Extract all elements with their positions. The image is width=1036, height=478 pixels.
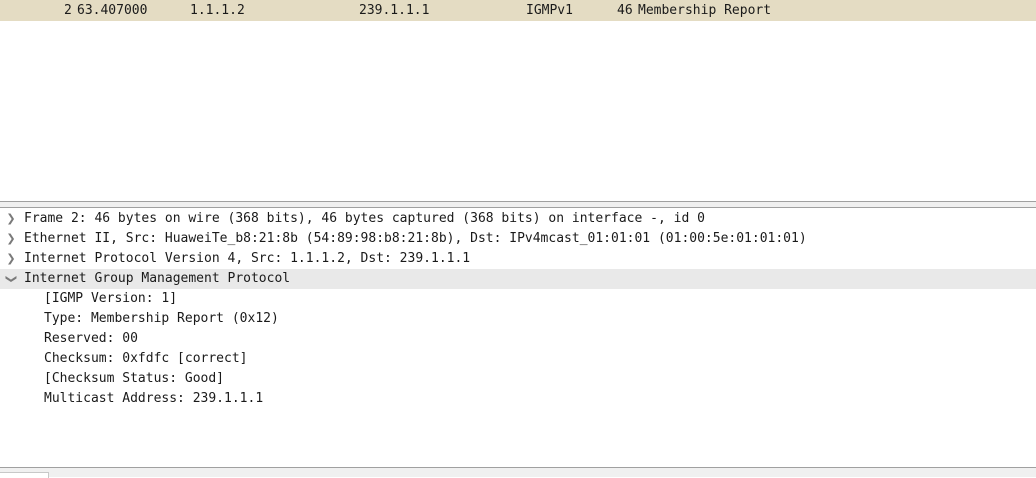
tree-item-label: Ethernet II, Src: HuaweiTe_b8:21:8b (54:…	[24, 231, 807, 246]
tree-child-label: Multicast Address: 239.1.1.1	[44, 391, 264, 406]
tree-child-label: [Checksum Status: Good]	[44, 371, 225, 386]
tree-child-label: Reserved: 00	[44, 331, 138, 346]
packet-list-pane: 2 63.407000 1.1.1.2 239.1.1.1 IGMPv1 46 …	[0, 0, 1036, 202]
chevron-down-icon[interactable]: ❯	[1, 274, 21, 284]
packet-number: 2	[64, 3, 72, 18]
packet-details-pane: ❯ Frame 2: 46 bytes on wire (368 bits), …	[0, 208, 1036, 468]
chevron-right-icon[interactable]: ❯	[6, 249, 16, 269]
packet-time: 63.407000	[77, 3, 148, 18]
tree-child-label: [IGMP Version: 1]	[44, 291, 178, 306]
tree-child-checksum-status[interactable]: [Checksum Status: Good]	[0, 369, 1036, 389]
tree-child-igmp-version[interactable]: [IGMP Version: 1]	[0, 289, 1036, 309]
tree-child-type[interactable]: Type: Membership Report (0x12)	[0, 309, 1036, 329]
tree-item-igmp[interactable]: ❯ Internet Group Management Protocol	[0, 269, 1036, 289]
tree-child-label: Checksum: 0xfdfc [correct]	[44, 351, 248, 366]
packet-source: 1.1.1.2	[190, 3, 245, 18]
tree-item-label: Internet Protocol Version 4, Src: 1.1.1.…	[24, 251, 471, 266]
tree-item-label: Internet Group Management Protocol	[24, 271, 291, 286]
bytes-tab[interactable]	[0, 472, 49, 478]
tree-item-label: Frame 2: 46 bytes on wire (368 bits), 46…	[24, 211, 705, 226]
chevron-right-icon[interactable]: ❯	[6, 229, 16, 249]
tree-item-ethernet[interactable]: ❯ Ethernet II, Src: HuaweiTe_b8:21:8b (5…	[0, 229, 1036, 249]
tree-child-multicast-address[interactable]: Multicast Address: 239.1.1.1	[0, 389, 1036, 409]
tree-item-ipv4[interactable]: ❯ Internet Protocol Version 4, Src: 1.1.…	[0, 249, 1036, 269]
packet-protocol: IGMPv1	[526, 3, 573, 18]
packet-length: 46	[617, 3, 633, 18]
packet-info: Membership Report	[638, 3, 772, 18]
tree-child-reserved[interactable]: Reserved: 00	[0, 329, 1036, 349]
tree-child-checksum[interactable]: Checksum: 0xfdfc [correct]	[0, 349, 1036, 369]
tree-child-label: Type: Membership Report (0x12)	[44, 311, 279, 326]
packet-destination: 239.1.1.1	[359, 3, 430, 18]
bytes-pane-edge	[0, 468, 1036, 478]
tree-item-frame[interactable]: ❯ Frame 2: 46 bytes on wire (368 bits), …	[0, 209, 1036, 229]
packet-row[interactable]: 2 63.407000 1.1.1.2 239.1.1.1 IGMPv1 46 …	[0, 0, 1036, 21]
chevron-right-icon[interactable]: ❯	[6, 209, 16, 229]
